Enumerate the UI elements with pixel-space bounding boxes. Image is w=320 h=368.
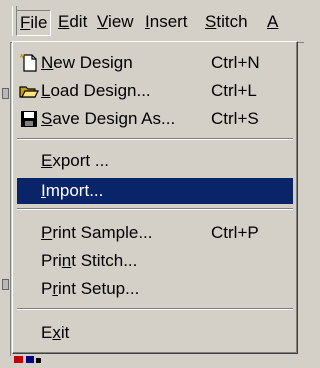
menu-item-label: Import... [41,181,104,200]
menu-item-print-stitch[interactable]: Print Stitch... [17,248,293,274]
menu-edit-mnemonic: E [58,12,70,31]
menu-stitch[interactable]: Stitch [202,10,251,34]
open-folder-icon [19,86,39,98]
menu-a[interactable]: A [264,10,281,34]
menu-insert[interactable]: Insert [142,10,191,34]
menu-edit[interactable]: Edit [55,10,90,34]
menu-item-load-design[interactable]: Load Design... Ctrl+L [17,78,293,104]
menu-edit-rest: dit [69,12,88,31]
menu-bar: File Edit View Insert Stitch A [10,0,304,43]
menu-stitch-rest: titch [216,12,248,31]
menu-file-mnemonic: F [20,13,31,32]
menu-item-label: Print Stitch... [41,251,138,270]
menu-item-export[interactable]: Export ... [17,148,293,174]
save-disk-icon [21,111,37,127]
new-document-icon [19,53,37,72]
menu-item-label: Print Sample... [41,223,153,242]
menu-item-print-setup[interactable]: Print Setup... [17,276,293,302]
menu-item-label: Export ... [41,151,110,170]
menu-item-import[interactable]: Import... [17,178,293,204]
menu-item-print-sample[interactable]: Print Sample... Ctrl+P [17,220,293,246]
menu-separator [17,208,293,210]
menu-separator [17,138,293,140]
menu-view-mnemonic: V [97,12,109,31]
file-menu-dropdown: New Design Ctrl+N Load Design... Ctrl+L … [12,41,298,354]
menu-item-label: Print Setup... [41,279,140,298]
menu-a-mnemonic: A [267,12,279,31]
background-marker [2,279,9,290]
menu-item-exit[interactable]: Exit [17,320,293,346]
menu-insert-rest: nsert [149,12,188,31]
menu-item-shortcut: Ctrl+P [211,223,259,242]
menu-item-new-design[interactable]: New Design Ctrl+N [17,50,293,76]
menu-view[interactable]: View [94,10,137,34]
menu-item-shortcut: Ctrl+S [211,109,259,128]
menu-item-shortcut: Ctrl+N [211,53,260,72]
menu-file-label: ile [30,13,48,32]
menu-file[interactable]: File [16,10,52,36]
background-toolbar-fragment [14,348,44,363]
menu-item-label: Exit [41,323,70,342]
menu-item-shortcut: Ctrl+L [211,81,257,100]
menu-view-rest: iew [108,12,134,31]
toolbar-fragment-icon [14,356,41,363]
menu-item-save-design-as[interactable]: Save Design As... Ctrl+S [17,106,293,132]
background-window-edge [0,0,11,356]
menu-item-label: New Design [41,53,133,72]
menu-item-label: Load Design... [41,81,151,100]
background-marker [2,88,9,99]
menu-separator [17,308,293,310]
menu-item-label: Save Design As... [41,109,176,128]
menu-stitch-mnemonic: S [205,12,217,31]
